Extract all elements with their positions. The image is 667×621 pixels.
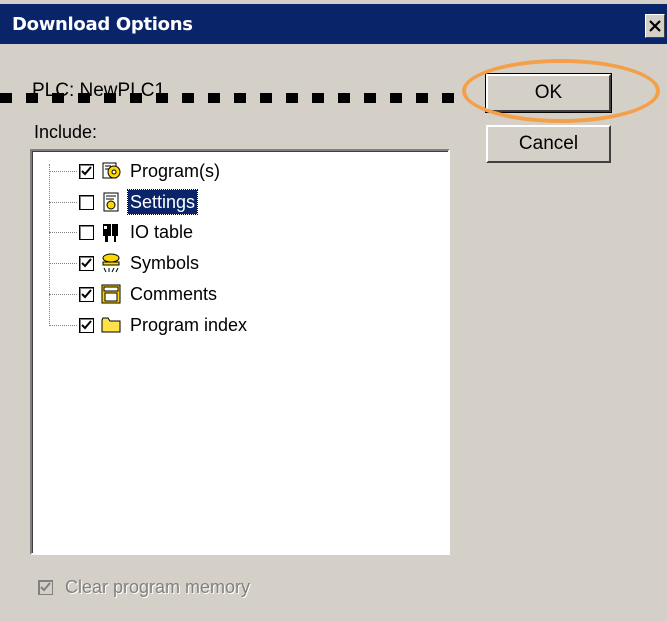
clear-memory-label: Clear program memory	[65, 577, 251, 597]
programs-checkbox[interactable]	[79, 163, 94, 179]
cancel-button[interactable]: Cancel	[486, 125, 611, 163]
checkmark-icon	[81, 288, 92, 298]
checkmark-icon	[81, 165, 92, 175]
tree-item-label: Settings	[126, 189, 199, 215]
clear-program-memory-option[interactable]: Clear program memory	[36, 577, 250, 598]
tree-item-label: Comments	[130, 284, 218, 304]
comments-icon	[100, 283, 122, 305]
tree-item-label: Program(s)	[130, 161, 221, 181]
checkmark-icon	[40, 582, 51, 592]
tree-item-symbols[interactable]: Symbols	[49, 249, 201, 277]
checkmark-icon	[81, 257, 92, 267]
include-tree[interactable]: Program(s) Settings IO table Symbols Com…	[30, 149, 450, 555]
window-title: Download Options	[12, 14, 193, 35]
comments-checkbox[interactable]	[79, 286, 94, 302]
program-icon	[100, 160, 122, 182]
include-label: Include:	[34, 122, 98, 142]
tree-item-label: Program index	[130, 315, 248, 335]
program-index-checkbox[interactable]	[79, 317, 94, 333]
io-table-checkbox[interactable]	[79, 224, 94, 240]
settings-checkbox[interactable]	[79, 194, 94, 210]
ok-button[interactable]: OK	[485, 73, 612, 113]
tree-item-settings[interactable]: Settings	[49, 188, 199, 216]
settings-icon	[100, 191, 122, 213]
symbols-icon	[100, 252, 122, 274]
tree-item-label: Symbols	[130, 253, 200, 273]
tree-item-programs[interactable]: Program(s)	[49, 157, 222, 185]
tree-item-label: IO table	[130, 222, 194, 242]
io-table-icon	[100, 221, 122, 243]
folder-icon	[100, 314, 122, 336]
plc-name-label: PLC: NewPLC1	[32, 80, 166, 101]
close-button[interactable]	[645, 14, 665, 38]
symbols-checkbox[interactable]	[79, 255, 94, 271]
checkmark-icon	[81, 319, 92, 329]
tree-item-io-table[interactable]: IO table	[49, 218, 195, 246]
download-options-dialog: Download Options PLC: NewPLC1 OK Cancel …	[0, 0, 667, 621]
clear-memory-checkbox[interactable]	[38, 580, 53, 595]
close-icon	[649, 20, 661, 32]
title-bar[interactable]: Download Options	[0, 4, 667, 44]
tree-item-comments[interactable]: Comments	[49, 280, 219, 308]
tree-item-program-index[interactable]: Program index	[49, 311, 249, 339]
